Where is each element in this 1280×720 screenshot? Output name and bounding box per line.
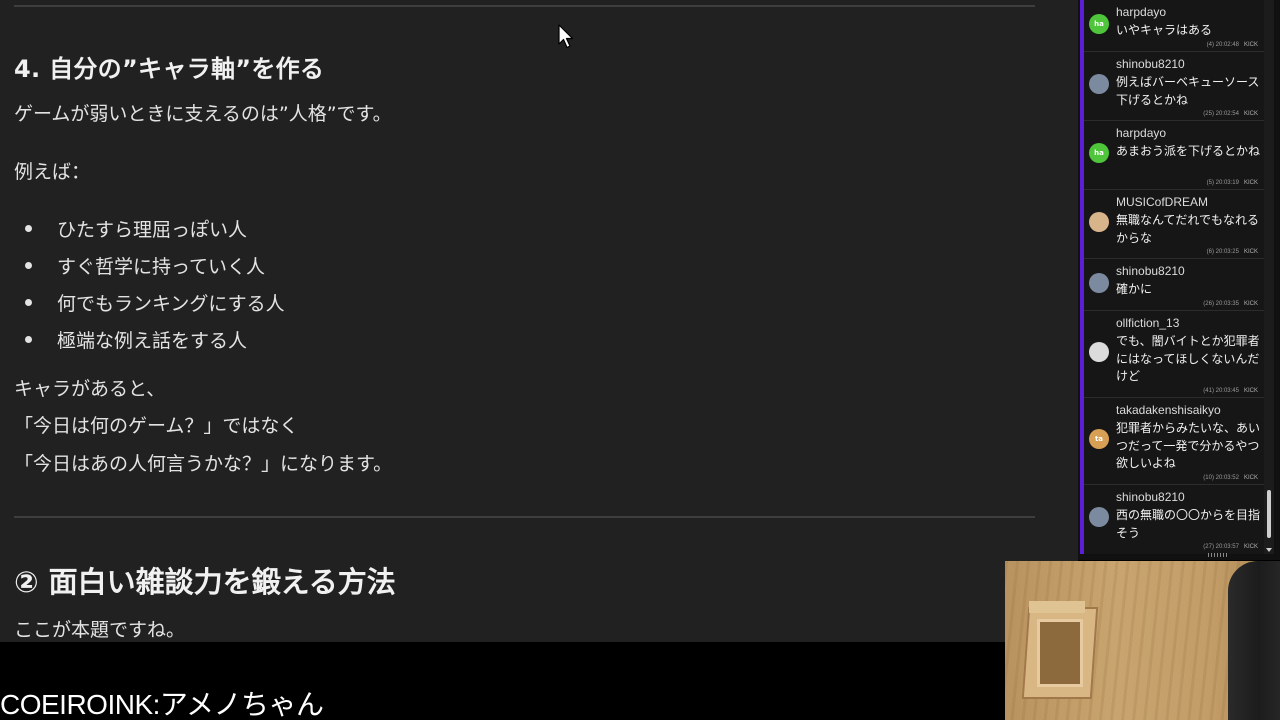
chat-count: (25) [1203,111,1214,117]
chat-count: (6) [1206,249,1214,255]
chat-message: ha harpdayo あまおう派を下げるとかね (5) 20:03:19 KIC… [1084,121,1264,190]
user-avatar-icon [1089,212,1109,232]
kick-button[interactable]: KICK [1244,111,1258,117]
chat-meta: (27) 20:03:57 KICK [1203,544,1258,550]
chat-time: 20:03:25 [1215,249,1239,255]
list-item-text: すぐ哲学に持っていく人 [57,256,266,278]
chat-username[interactable]: shinobu8210 [1116,490,1185,504]
section4-intro: ゲームが弱いときに支えるのは”人格”です。 [14,103,392,125]
user-avatar-icon: ta [1089,429,1109,449]
user-avatar-icon: ha [1089,14,1109,34]
chat-text: 西の無職の〇〇からを目指そう [1116,508,1261,540]
user-avatar-icon [1089,507,1109,527]
chat-message: ollfiction_13 でも、闇バイトとか犯罪者にはなってほしくないんだけど… [1084,311,1264,398]
chat-text: でも、闇バイトとか犯罪者にはなってほしくないんだけど [1116,334,1260,383]
user-avatar-icon: ha [1089,143,1109,163]
chat-message: ta takadakenshisaikyo 犯罪者からみたいな、あいつだって一発… [1084,398,1264,485]
chat-meta: (25) 20:02:54 KICK [1203,111,1258,117]
chat-time: 20:03:45 [1215,388,1239,394]
chat-count: (5) [1206,180,1214,186]
section2-heading: ② 面白い雑談力を鍛える方法 [14,565,396,599]
kick-button[interactable]: KICK [1244,388,1258,394]
stream-screen: 4. 自分の”キャラ軸”を作る ゲームが弱いときに支えるのは”人格”です。 例え… [0,0,1280,720]
chat-text: 例えばバーベキューソース下げるとかね [1116,75,1260,107]
chat-time: 20:03:52 [1215,475,1239,481]
chat-meta: (41) 20:03:45 KICK [1203,388,1258,394]
chat-time: 20:02:54 [1215,111,1239,117]
wooden-box-top [1029,601,1085,613]
chat-scrollbar[interactable] [1264,0,1274,554]
article-view: 4. 自分の”キャラ軸”を作る ゲームが弱いときに支えるのは”人格”です。 例え… [0,0,1078,642]
chat-message: MUSICofDREAM 無職なんてだれでもなれるからな (6) 20:03:2… [1084,190,1264,259]
chat-text: 無職なんてだれでもなれるからな [1116,213,1260,245]
bullet-dot-icon [25,336,32,343]
kick-button[interactable]: KICK [1244,42,1258,48]
list-item-text: 何でもランキングにする人 [57,293,285,315]
section2-intro: ここが本題ですね。 [14,619,186,641]
webcam-feed [1005,561,1280,720]
user-avatar-icon [1089,342,1109,362]
chat-text: 犯罪者からみたいな、あいつだって一発で分かるやつ欲しいよね [1116,421,1261,470]
user-avatar-icon [1089,273,1109,293]
list-item-text: ひたすら理屈っぽい人 [57,219,248,241]
chat-message: shinobu8210 確かに (26) 20:03:35 KICK [1084,259,1264,311]
bullet-dot-icon [25,262,32,269]
chat-username[interactable]: shinobu8210 [1116,57,1185,71]
example-label: 例えば： [14,161,91,183]
chat-time: 20:02:48 [1215,42,1239,48]
chat-count: (26) [1203,301,1214,307]
chat-panel[interactable]: ha harpdayo いやキャラはある (4) 20:02:48 KICK sh… [1080,0,1264,554]
chat-meta: (10) 20:03:52 KICK [1203,475,1258,481]
chat-meta: (6) 20:03:25 KICK [1207,249,1258,255]
kick-button[interactable]: KICK [1244,544,1258,550]
divider [14,516,1035,518]
chat-username[interactable]: ollfiction_13 [1116,316,1179,330]
section4-heading: 4. 自分の”キャラ軸”を作る [14,55,325,83]
chat-meta: (4) 20:02:48 KICK [1207,42,1258,48]
chat-username[interactable]: MUSICofDREAM [1116,195,1208,209]
chat-username[interactable]: takadakenshisaikyo [1116,403,1221,417]
chat-meta: (26) 20:03:35 KICK [1203,301,1258,307]
chat-time: 20:03:57 [1215,544,1239,550]
conclusion-line-1: キャラがあると、 [14,378,166,400]
chat-message: shinobu8210 例えばバーベキューソース下げるとかね (25) 20:0… [1084,52,1264,121]
scroll-down-arrow-icon[interactable] [1266,548,1272,552]
kick-button[interactable]: KICK [1244,180,1258,186]
chat-count: (4) [1206,42,1214,48]
voice-caption: COEIROINK:アメノちゃん [0,689,324,720]
chat-username[interactable]: shinobu8210 [1116,264,1185,278]
chat-time: 20:03:35 [1215,301,1239,307]
kick-button[interactable]: KICK [1244,475,1258,481]
chat-count: (27) [1203,544,1214,550]
kick-button[interactable]: KICK [1244,249,1258,255]
chat-text: いやキャラはある [1116,23,1213,37]
chat-text: あまおう派を下げるとかね [1116,144,1261,158]
mouse-pointer-icon [558,24,574,49]
scrollbar-thumb[interactable] [1267,490,1271,538]
chat-username[interactable]: harpdayo [1116,5,1166,19]
wooden-box-inner [1037,619,1083,687]
chat-message: shinobu8210 西の無職の〇〇からを目指そう (27) 20:03:57… [1084,485,1264,553]
chat-count: (41) [1203,388,1214,394]
chat-count: (10) [1203,475,1214,481]
bullet-dot-icon [25,225,32,232]
chat-time: 20:03:19 [1215,180,1239,186]
chat-message: ha harpdayo いやキャラはある (4) 20:02:48 KICK [1084,0,1264,52]
chat-username[interactable]: harpdayo [1116,126,1166,140]
kick-button[interactable]: KICK [1244,301,1258,307]
desk-object [1228,561,1280,720]
resize-grip-icon[interactable] [1208,553,1228,557]
conclusion-line-2: 「今日は何のゲーム？」ではなく [14,415,299,437]
divider-top [14,5,1035,7]
user-avatar-icon [1089,74,1109,94]
list-item-text: 極端な例え話をする人 [57,330,248,352]
chat-text: 確かに [1116,282,1153,296]
bullet-dot-icon [25,299,32,306]
chat-meta: (5) 20:03:19 KICK [1207,180,1258,186]
conclusion-line-3: 「今日はあの人何言うかな？」になります。 [14,453,393,475]
